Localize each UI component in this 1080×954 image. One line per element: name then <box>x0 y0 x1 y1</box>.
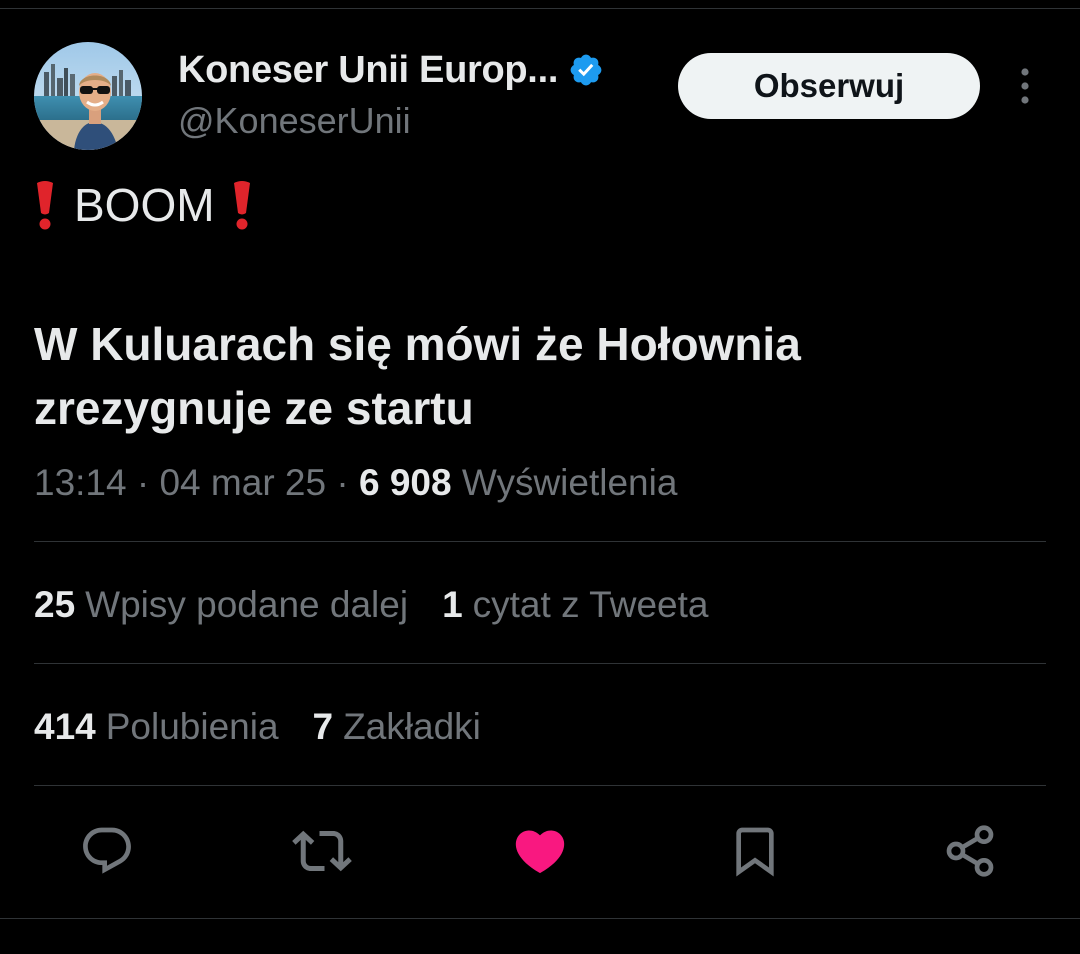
reposts-label: Wpisy podane dalej <box>85 584 409 625</box>
repost-button[interactable] <box>287 818 357 888</box>
tweet-body-text: W Kuluarach się mówi że Hołownia zrezygn… <box>34 318 801 434</box>
bookmarks-label: Zakładki <box>343 706 481 747</box>
tweet-time[interactable]: 13:14 <box>34 462 127 503</box>
bookmarks-count: 7 <box>312 706 334 747</box>
heart-icon <box>511 822 569 885</box>
quotes-stat[interactable]: 1 cytat z Tweeta <box>442 584 708 626</box>
display-name-row: Koneser Unii Europ... <box>178 48 604 92</box>
bookmark-icon <box>727 823 783 884</box>
divider <box>34 663 1046 664</box>
meta-separator: · <box>326 462 359 503</box>
top-divider <box>0 8 1080 9</box>
tweet-meta: 13:14 · 04 mar 25 · 6 908 Wyświetlenia <box>34 462 677 504</box>
tweet-date[interactable]: 04 mar 25 <box>159 462 326 503</box>
reposts-count: 25 <box>34 584 76 625</box>
tweet-headline: BOOM <box>34 178 253 232</box>
bookmarks-stat[interactable]: 7 Zakładki <box>313 706 481 748</box>
divider <box>34 785 1046 786</box>
bottom-divider <box>0 918 1080 919</box>
views-label: Wyświetlenia <box>461 462 678 503</box>
author-info: Koneser Unii Europ... @KoneserUnii <box>178 48 604 142</box>
red-exclamation-icon <box>34 179 56 231</box>
stats-row-likes: 414 Polubienia 7 Zakładki <box>34 706 481 748</box>
verified-badge-icon <box>568 52 604 88</box>
stats-row-reposts: 25 Wpisy podane dalej 1 cytat z Tweeta <box>34 584 708 626</box>
more-vertical-icon[interactable] <box>1010 66 1040 106</box>
tweet-detail-view: Koneser Unii Europ... @KoneserUnii Obser… <box>0 0 1080 954</box>
tweet-headline-text: BOOM <box>74 179 215 231</box>
reply-button[interactable] <box>72 818 142 888</box>
likes-label: Polubienia <box>105 706 279 747</box>
divider <box>34 541 1046 542</box>
likes-stat[interactable]: 414 Polubienia <box>34 706 279 748</box>
quotes-count: 1 <box>442 584 463 625</box>
share-icon <box>942 823 998 884</box>
author-avatar[interactable] <box>34 42 142 150</box>
repost-icon <box>292 821 352 886</box>
meta-separator: · <box>126 462 160 503</box>
share-button[interactable] <box>935 818 1005 888</box>
action-bar <box>0 818 1080 888</box>
quotes-label: cytat z Tweeta <box>472 584 709 625</box>
bookmark-button[interactable] <box>720 818 790 888</box>
author-handle[interactable]: @KoneserUnii <box>178 100 604 142</box>
follow-button[interactable]: Obserwuj <box>678 53 980 119</box>
like-button[interactable] <box>505 818 575 888</box>
reply-icon <box>79 823 135 884</box>
red-exclamation-icon <box>231 179 253 231</box>
reposts-stat[interactable]: 25 Wpisy podane dalej <box>34 584 408 626</box>
views-count: 6 908 <box>358 462 452 503</box>
likes-count: 414 <box>34 706 96 747</box>
author-display-name[interactable]: Koneser Unii Europ... <box>178 49 558 92</box>
